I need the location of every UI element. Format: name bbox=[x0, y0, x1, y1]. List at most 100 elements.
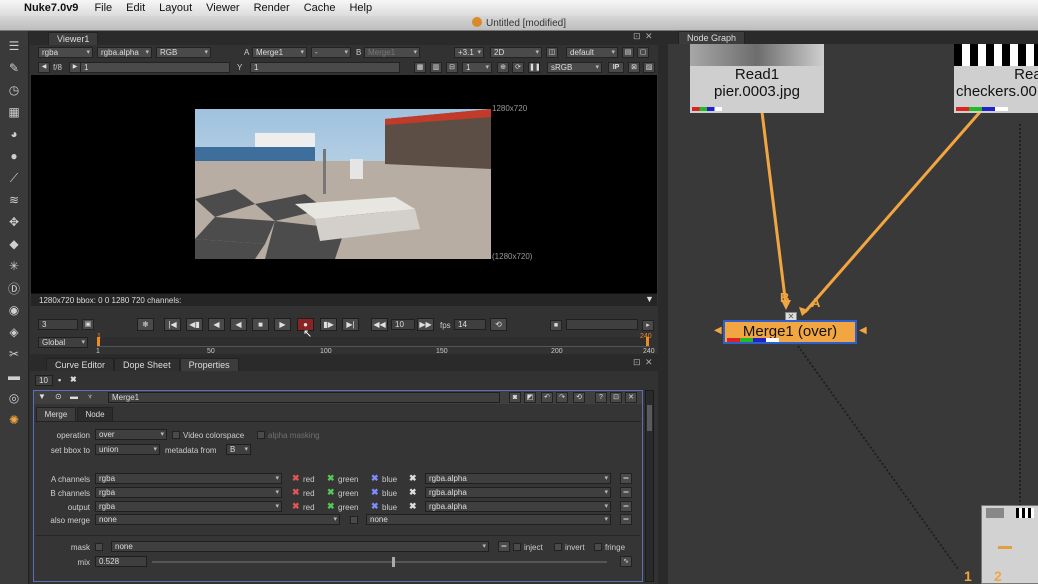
deep-tools-icon[interactable]: Ⓓ bbox=[4, 279, 24, 297]
blue-channel-toggle[interactable]: ✖ bbox=[371, 474, 379, 483]
view-mode-dropdown[interactable]: 2D bbox=[490, 47, 542, 58]
fps-field[interactable]: 14 bbox=[454, 319, 486, 330]
node-font-color-icon[interactable]: ◩ bbox=[524, 392, 536, 403]
node-center-icon[interactable]: ⊙ bbox=[55, 392, 62, 401]
max-panels-field[interactable]: 10 bbox=[35, 375, 53, 386]
input-process-toggle[interactable]: IP bbox=[608, 62, 624, 73]
pane-splitter[interactable] bbox=[658, 31, 668, 584]
a-input-dropdown[interactable]: Merge1 bbox=[252, 47, 307, 58]
skip-back-icon[interactable]: ◀◀ bbox=[371, 318, 388, 331]
subtab-node[interactable]: Node bbox=[77, 407, 113, 421]
scrollbar-thumb[interactable] bbox=[647, 405, 652, 431]
first-frame-icon[interactable]: |◀ bbox=[164, 318, 181, 331]
revert-icon[interactable]: ⟲ bbox=[573, 392, 585, 403]
draw-tools-icon[interactable]: ✎ bbox=[4, 59, 24, 77]
menu-help[interactable]: Help bbox=[349, 2, 372, 14]
proxy-dropdown[interactable]: 1 bbox=[462, 62, 492, 73]
blue-channel-toggle[interactable]: ✖ bbox=[371, 488, 379, 497]
channel-row-alpha-dropdown[interactable]: rgba.alpha bbox=[425, 501, 611, 512]
info-bar-dropdown-icon[interactable]: ▼ bbox=[645, 294, 654, 304]
viewer-lock-icon[interactable]: ▢ bbox=[637, 47, 649, 58]
nuke-tools-icon[interactable]: ✺ bbox=[4, 411, 24, 429]
lock-range-icon[interactable]: ▣ bbox=[82, 319, 94, 330]
menu-render[interactable]: Render bbox=[254, 2, 290, 14]
skip-forward-icon[interactable]: ▶▶ bbox=[417, 318, 434, 331]
green-channel-toggle[interactable]: ✖ bbox=[327, 488, 335, 497]
channel-tools-icon[interactable]: ▦ bbox=[4, 103, 24, 121]
channel-row-layer-dropdown[interactable]: rgba bbox=[95, 487, 282, 498]
alpha-channel-toggle[interactable]: ✖ bbox=[409, 474, 417, 483]
float-panel-icon[interactable]: ⊡ bbox=[610, 392, 622, 403]
red-channel-toggle[interactable]: ✖ bbox=[292, 474, 300, 483]
filter-tools-icon[interactable]: ● bbox=[4, 147, 24, 165]
gain-slider[interactable]: 1 bbox=[80, 62, 230, 73]
gain-dropdown[interactable]: +3.1 bbox=[454, 47, 484, 58]
particles-tools-icon[interactable]: ✳ bbox=[4, 257, 24, 275]
current-frame-field[interactable]: 3 bbox=[38, 319, 78, 330]
keyer-tools-icon[interactable]: ⟋ bbox=[4, 169, 24, 187]
set-bbox-dropdown[interactable]: union bbox=[95, 444, 160, 455]
viewer-float-icon[interactable]: ⊡ bbox=[633, 31, 641, 42]
fstop-decrement-icon[interactable]: ◀ bbox=[38, 62, 50, 73]
mask-link-icon[interactable]: ═ bbox=[498, 541, 510, 552]
next-keyframe-icon[interactable]: ▮▶ bbox=[320, 318, 337, 331]
other-tools-icon[interactable]: ✂ bbox=[4, 345, 24, 363]
channel-row-alpha-dropdown[interactable]: rgba.alpha bbox=[425, 487, 611, 498]
display-channel-dropdown[interactable]: RGB bbox=[156, 47, 211, 58]
ocula-tools-icon[interactable]: ◎ bbox=[4, 389, 24, 407]
timeline-track[interactable] bbox=[97, 337, 650, 347]
snowflake-icon[interactable]: ❄ bbox=[137, 318, 154, 331]
invert-checkbox[interactable] bbox=[554, 543, 562, 551]
channel-link-icon[interactable]: ═ bbox=[620, 487, 632, 498]
app-menu[interactable]: Nuke7.0v9 bbox=[24, 2, 78, 14]
node-color-icon[interactable]: ▬ bbox=[70, 392, 78, 401]
view-lock-icon[interactable]: ◫ bbox=[546, 47, 558, 58]
properties-float-icon[interactable]: ⊡ bbox=[633, 357, 641, 368]
alpha-channel-toggle[interactable]: ✖ bbox=[409, 488, 417, 497]
read2-node[interactable]: Read checkers.00 bbox=[954, 44, 1038, 113]
viewer-close-icon[interactable]: ✕ bbox=[645, 31, 653, 42]
clear-panels-icon[interactable]: ✖ bbox=[70, 375, 77, 384]
alpha-masking-checkbox[interactable] bbox=[257, 431, 265, 439]
tab-dope-sheet[interactable]: Dope Sheet bbox=[114, 358, 180, 371]
prev-keyframe-icon[interactable]: ◀▮ bbox=[186, 318, 203, 331]
channel-link-icon[interactable]: ═ bbox=[620, 473, 632, 484]
redo-icon[interactable]: ↷ bbox=[556, 392, 568, 403]
red-channel-toggle[interactable]: ✖ bbox=[292, 502, 300, 511]
cache-menu-icon[interactable]: ▸ bbox=[642, 320, 654, 331]
mix-curve-icon[interactable]: ∿ bbox=[620, 556, 632, 567]
tab-curve-editor[interactable]: Curve Editor bbox=[46, 358, 115, 371]
channel-row-alpha-dropdown[interactable]: rgba.alpha bbox=[425, 473, 611, 484]
also-merge-link-icon[interactable]: ═ bbox=[620, 514, 632, 525]
menu-layout[interactable]: Layout bbox=[159, 2, 192, 14]
tab-properties[interactable]: Properties bbox=[179, 358, 239, 371]
properties-scrollbar[interactable] bbox=[645, 390, 654, 582]
also-merge-dropdown[interactable]: none bbox=[95, 514, 340, 525]
close-panel-icon[interactable]: ✕ bbox=[625, 392, 637, 403]
stop-icon[interactable]: ■ bbox=[252, 318, 269, 331]
compare-dropdown[interactable]: - bbox=[311, 47, 351, 58]
time-tools-icon[interactable]: ◷ bbox=[4, 81, 24, 99]
display-colorspace-dropdown[interactable]: sRGB bbox=[547, 62, 602, 73]
node-name-field[interactable]: Merge1 bbox=[108, 392, 500, 403]
play-forward-icon[interactable]: ▶ bbox=[274, 318, 291, 331]
pause-icon[interactable]: ❚❚ bbox=[528, 62, 541, 73]
collapse-icon[interactable]: ▼ bbox=[38, 392, 46, 401]
channel-row-layer-dropdown[interactable]: rgba bbox=[95, 473, 282, 484]
mask-checkbox[interactable] bbox=[95, 543, 103, 551]
transform-tools-icon[interactable]: ✥ bbox=[4, 213, 24, 231]
clipping-warning-icon[interactable]: ▦ bbox=[414, 62, 426, 73]
video-colorspace-checkbox[interactable] bbox=[172, 431, 180, 439]
undo-icon[interactable]: ↶ bbox=[541, 392, 553, 403]
red-channel-toggle[interactable]: ✖ bbox=[292, 488, 300, 497]
channel-row-layer-dropdown[interactable]: rgba bbox=[95, 501, 282, 512]
play-backward-icon[interactable]: ◀ bbox=[230, 318, 247, 331]
pause-update-icon[interactable]: ⟳ bbox=[512, 62, 524, 73]
wipe-icon[interactable]: ▨ bbox=[643, 62, 655, 73]
mask-channel-dropdown[interactable]: none bbox=[111, 541, 489, 552]
lut-toggle-icon[interactable]: ⊠ bbox=[628, 62, 640, 73]
loop-mode-icon[interactable]: ⟲ bbox=[490, 318, 507, 331]
tab-node-graph[interactable]: Node Graph bbox=[678, 31, 746, 44]
channel-link-icon[interactable]: ═ bbox=[620, 501, 632, 512]
node-graph-canvas[interactable]: Read1 pier.0003.jpg Read checkers.00 B A… bbox=[668, 44, 1038, 584]
